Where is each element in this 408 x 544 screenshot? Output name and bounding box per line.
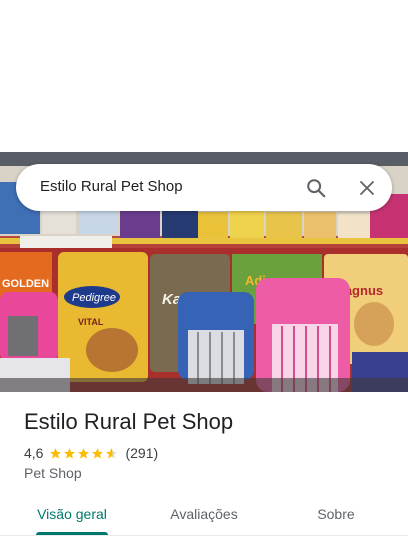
place-title: Estilo Rural Pet Shop: [24, 409, 234, 434]
tab-overview[interactable]: Visão geral: [22, 496, 122, 534]
close-icon[interactable]: [353, 174, 381, 202]
star-icon: [64, 447, 76, 459]
star-icon: [78, 447, 90, 459]
search-bar[interactable]: Estilo Rural Pet Shop: [16, 164, 392, 211]
tab-reviews[interactable]: Avaliações: [154, 496, 254, 534]
search-input[interactable]: Estilo Rural Pet Shop: [40, 178, 183, 195]
half-star-icon: [106, 447, 118, 459]
tab-bar: Visão geral Avaliações Sobre: [0, 496, 408, 544]
tab-about[interactable]: Sobre: [286, 496, 386, 534]
golden-label: GOLDEN: [2, 278, 49, 290]
rating-stars: [49, 447, 119, 460]
star-icon: [92, 447, 104, 459]
review-count[interactable]: (291): [125, 445, 158, 461]
search-icon[interactable]: [302, 174, 330, 202]
star-icon: [50, 447, 62, 459]
pedigree-label: Pedigree: [72, 292, 116, 304]
vital-label: VITAL: [78, 317, 104, 327]
place-category[interactable]: Pet Shop: [24, 465, 82, 481]
rating-row[interactable]: 4,6 (291): [24, 444, 158, 462]
tabs-divider: [0, 535, 408, 536]
rating-value: 4,6: [24, 445, 44, 461]
